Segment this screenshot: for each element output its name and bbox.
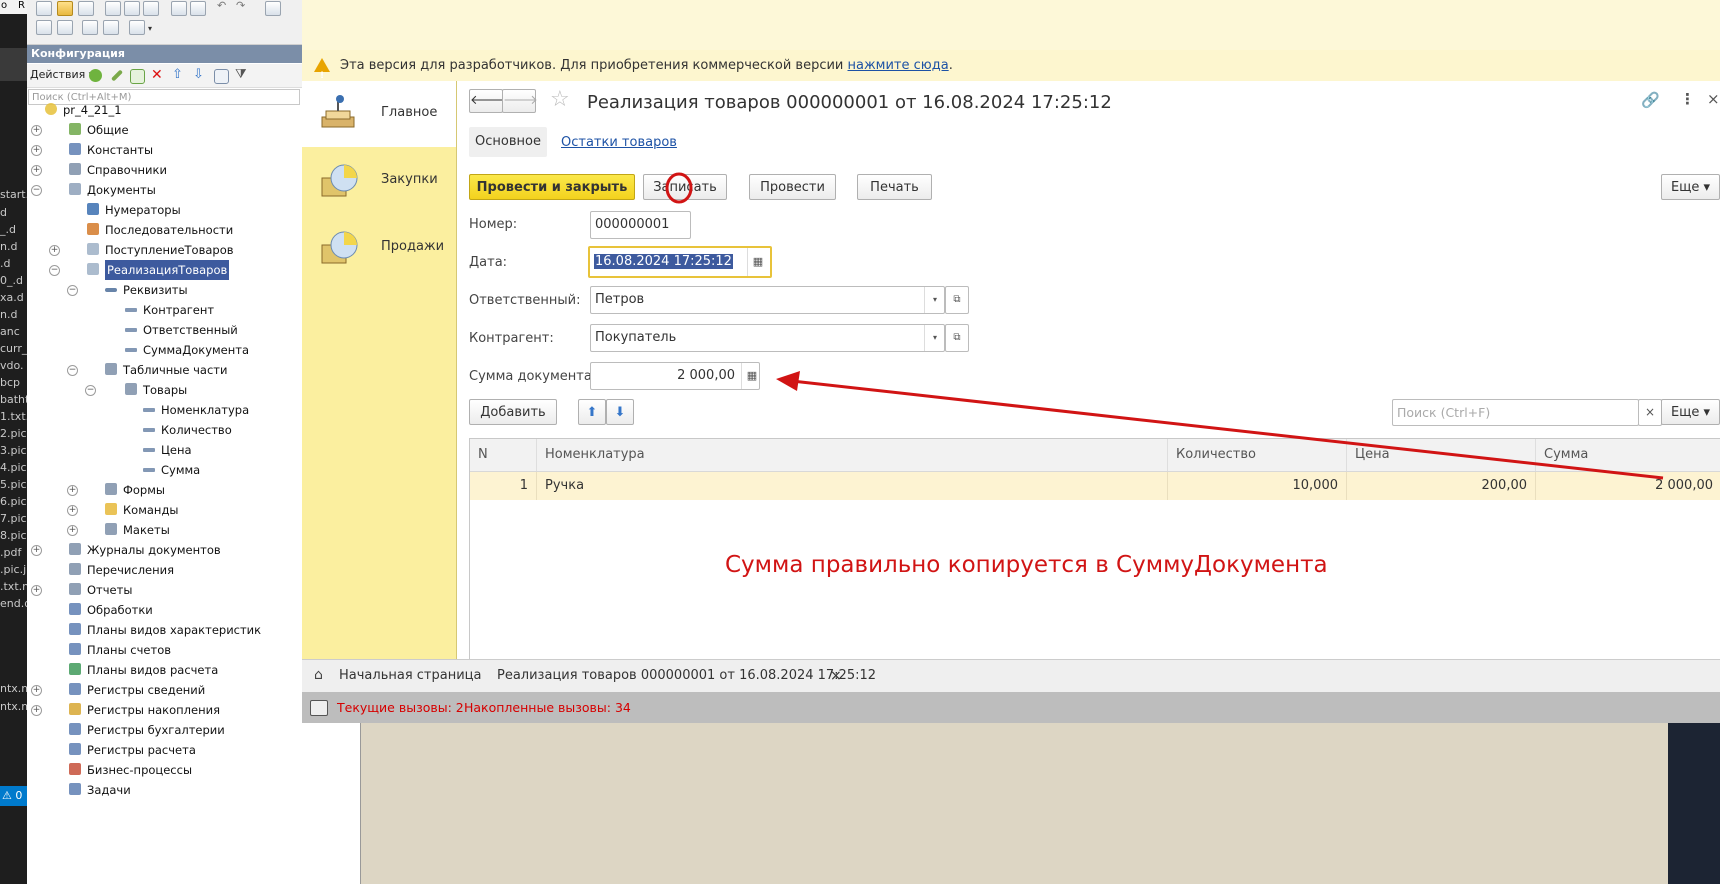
home-icon[interactable]: ⌂ bbox=[314, 667, 323, 683]
annotation-arrow bbox=[776, 371, 1664, 480]
tab-document-label: Реализация товаров 000000001 от 16.08.20… bbox=[497, 668, 877, 683]
accumulated-calls: Накопленные вызовы: 34 bbox=[464, 700, 631, 715]
current-calls: Текущие вызовы: 2 bbox=[337, 700, 464, 715]
tab-home[interactable]: Начальная страница bbox=[339, 660, 481, 692]
performance-icon[interactable] bbox=[310, 700, 328, 716]
open-windows-bar: ⌂ Начальная страница Реализация товаров … bbox=[302, 659, 1720, 694]
status-bar: Текущие вызовы: 2 Накопленные вызовы: 34 bbox=[302, 692, 1720, 723]
close-tab-icon[interactable]: × bbox=[830, 660, 842, 692]
annotation-text: Сумма правильно копируется в СуммуДокуме… bbox=[725, 552, 1328, 578]
